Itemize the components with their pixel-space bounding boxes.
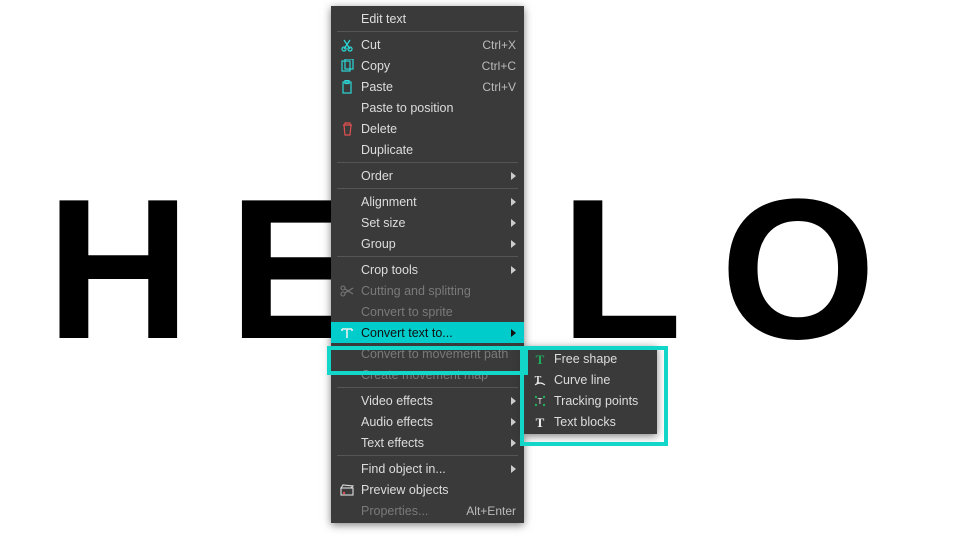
menu-separator [337, 387, 518, 388]
chevron-right-icon [511, 172, 516, 180]
menu-edit-text[interactable]: Edit text [331, 8, 524, 29]
chevron-right-icon [511, 240, 516, 248]
menu-separator [337, 256, 518, 257]
menu-delete[interactable]: Delete [331, 118, 524, 139]
submenu-free-shape[interactable]: T Free shape [524, 348, 657, 369]
bold-t-icon: T [530, 351, 550, 367]
menu-label: Audio effects [361, 415, 505, 429]
chevron-right-icon [511, 266, 516, 274]
menu-label: Order [361, 169, 505, 183]
chevron-right-icon [511, 198, 516, 206]
menu-label: Convert to sprite [361, 305, 516, 319]
submenu-label: Curve line [554, 373, 649, 387]
menu-label: Cutting and splitting [361, 284, 516, 298]
t-curve-icon: T [530, 372, 550, 388]
copy-icon [337, 58, 357, 74]
text-t-icon [337, 325, 357, 341]
menu-label: Alignment [361, 195, 505, 209]
menu-crop-tools[interactable]: Crop tools [331, 259, 524, 280]
svg-text:T: T [536, 415, 545, 429]
menu-label: Convert to movement path [361, 347, 516, 361]
chevron-right-icon [511, 329, 516, 337]
chevron-right-icon [511, 418, 516, 426]
menu-order[interactable]: Order [331, 165, 524, 186]
menu-properties: Properties... Alt+Enter [331, 500, 524, 521]
menu-paste-to-position[interactable]: Paste to position [331, 97, 524, 118]
chevron-right-icon [511, 219, 516, 227]
menu-label: Delete [361, 122, 516, 136]
menu-cut[interactable]: Cut Ctrl+X [331, 34, 524, 55]
menu-label: Paste [361, 80, 474, 94]
menu-label: Edit text [361, 12, 516, 26]
menu-label: Properties... [361, 504, 458, 518]
menu-label: Crop tools [361, 263, 505, 277]
submenu-label: Text blocks [554, 415, 649, 429]
svg-text:T: T [538, 397, 543, 406]
menu-label: Convert text to... [361, 326, 505, 340]
cut-icon [337, 37, 357, 53]
menu-text-effects[interactable]: Text effects [331, 432, 524, 453]
menu-convert-to-movement-path: Convert to movement path [331, 343, 524, 364]
menu-preview-objects[interactable]: Preview objects [331, 479, 524, 500]
submenu-curve-line[interactable]: T Curve line [524, 369, 657, 390]
menu-alignment[interactable]: Alignment [331, 191, 524, 212]
menu-label: Paste to position [361, 101, 516, 115]
t-blocks-icon: T [530, 414, 550, 430]
chevron-right-icon [511, 465, 516, 473]
menu-shortcut: Alt+Enter [466, 504, 516, 518]
submenu-tracking-points[interactable]: T Tracking points [524, 390, 657, 411]
chevron-right-icon [511, 397, 516, 405]
submenu-label: Tracking points [554, 394, 649, 408]
menu-label: Set size [361, 216, 505, 230]
menu-separator [337, 31, 518, 32]
svg-text:T: T [536, 352, 545, 366]
menu-label: Create movement map [361, 368, 516, 382]
menu-separator [337, 162, 518, 163]
tracking-icon: T [530, 393, 550, 409]
convert-text-submenu: T Free shape T Curve line T Tracking poi… [524, 346, 657, 434]
menu-label: Find object in... [361, 462, 505, 476]
menu-paste[interactable]: Paste Ctrl+V [331, 76, 524, 97]
menu-label: Copy [361, 59, 474, 73]
menu-cutting-splitting: Cutting and splitting [331, 280, 524, 301]
menu-shortcut: Ctrl+V [482, 80, 516, 94]
menu-set-size[interactable]: Set size [331, 212, 524, 233]
menu-copy[interactable]: Copy Ctrl+C [331, 55, 524, 76]
menu-shortcut: Ctrl+X [482, 38, 516, 52]
scissors-icon [337, 283, 357, 299]
menu-convert-text-to[interactable]: Convert text to... [331, 322, 524, 343]
menu-label: Video effects [361, 394, 505, 408]
menu-separator [337, 188, 518, 189]
menu-label: Preview objects [361, 483, 516, 497]
clapper-icon [337, 482, 357, 498]
submenu-label: Free shape [554, 352, 649, 366]
menu-label: Cut [361, 38, 474, 52]
trash-icon [337, 121, 357, 137]
menu-audio-effects[interactable]: Audio effects [331, 411, 524, 432]
submenu-text-blocks[interactable]: T Text blocks [524, 411, 657, 432]
menu-label: Text effects [361, 436, 505, 450]
menu-find-object-in[interactable]: Find object in... [331, 458, 524, 479]
menu-label: Group [361, 237, 505, 251]
chevron-right-icon [511, 439, 516, 447]
menu-label: Duplicate [361, 143, 516, 157]
menu-video-effects[interactable]: Video effects [331, 390, 524, 411]
menu-duplicate[interactable]: Duplicate [331, 139, 524, 160]
context-menu: Edit text Cut Ctrl+X Copy Ctrl+C Paste C… [331, 6, 524, 523]
menu-create-movement-map: Create movement map [331, 364, 524, 385]
menu-group[interactable]: Group [331, 233, 524, 254]
paste-icon [337, 79, 357, 95]
menu-convert-to-sprite: Convert to sprite [331, 301, 524, 322]
menu-shortcut: Ctrl+C [482, 59, 516, 73]
menu-separator [337, 455, 518, 456]
